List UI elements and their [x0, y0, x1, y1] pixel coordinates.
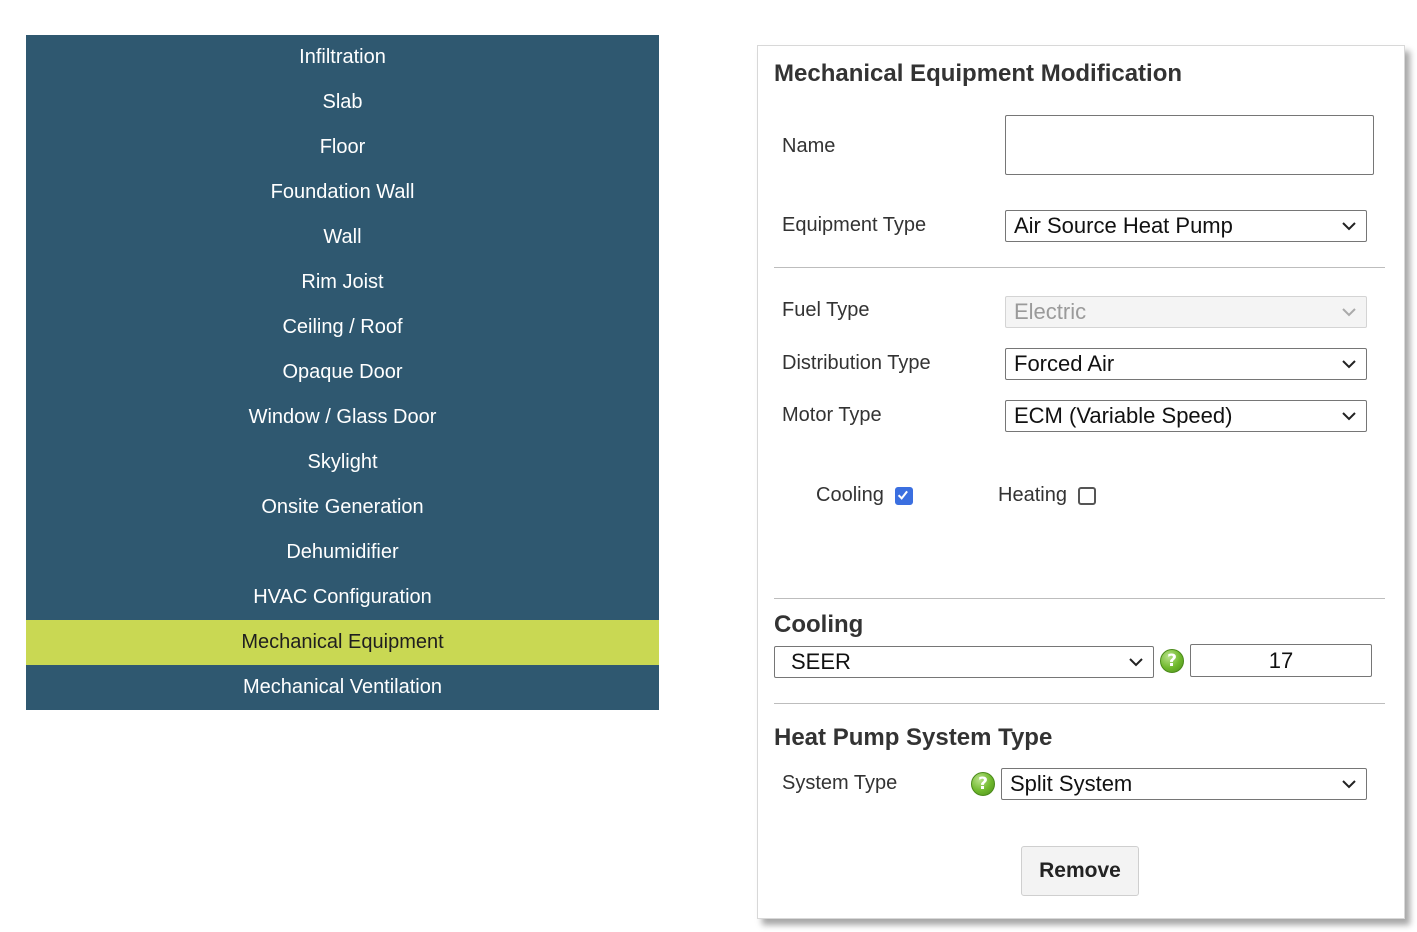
equipment-type-label: Equipment Type [782, 214, 927, 236]
sidebar-item-mechanical-ventilation[interactable]: Mechanical Ventilation [26, 665, 659, 710]
cooling-checkbox-label: Cooling [816, 484, 884, 506]
efficiency-metric-select[interactable]: SEER [774, 646, 1154, 678]
cooling-checkbox[interactable] [895, 487, 913, 505]
help-icon[interactable]: ? [1160, 649, 1184, 673]
efficiency-metric-value: SEER [791, 649, 851, 674]
sidebar-item-infiltration[interactable]: Infiltration [26, 35, 659, 80]
fuel-type-select: Electric [1005, 296, 1367, 328]
fuel-type-label: Fuel Type [782, 299, 870, 321]
efficiency-value-input[interactable]: 17 [1190, 644, 1372, 677]
name-label: Name [782, 135, 836, 157]
sidebar-item-ceiling-roof[interactable]: Ceiling / Roof [26, 305, 659, 350]
sidebar-item-wall[interactable]: Wall [26, 215, 659, 260]
distribution-type-value: Forced Air [1014, 351, 1115, 376]
sidebar-item-foundation-wall[interactable]: Foundation Wall [26, 170, 659, 215]
checkmark-icon [897, 490, 908, 500]
divider [774, 598, 1385, 599]
chevron-down-icon [1129, 658, 1143, 667]
heating-checkbox[interactable] [1078, 487, 1096, 505]
system-type-label: System Type [782, 772, 898, 794]
remove-button[interactable]: Remove [1021, 846, 1139, 896]
motor-type-label: Motor Type [782, 404, 882, 426]
distribution-type-label: Distribution Type [782, 352, 931, 374]
sidebar-item-window-glass-door[interactable]: Window / Glass Door [26, 395, 659, 440]
sidebar-item-opaque-door[interactable]: Opaque Door [26, 350, 659, 395]
sidebar-item-onsite-generation[interactable]: Onsite Generation [26, 485, 659, 530]
fuel-type-value: Electric [1014, 299, 1087, 324]
heat-pump-section-title: Heat Pump System Type [774, 724, 1053, 751]
sidebar-item-hvac-configuration[interactable]: HVAC Configuration [26, 575, 659, 620]
sidebar-item-rim-joist[interactable]: Rim Joist [26, 260, 659, 305]
sidebar-item-floor[interactable]: Floor [26, 125, 659, 170]
motor-type-select[interactable]: ECM (Variable Speed) [1005, 400, 1367, 432]
chevron-down-icon [1342, 780, 1356, 789]
sidebar-item-skylight[interactable]: Skylight [26, 440, 659, 485]
mechanical-equipment-panel: Mechanical Equipment Modification Name E… [757, 45, 1405, 919]
help-icon[interactable]: ? [971, 772, 995, 796]
chevron-down-icon [1342, 412, 1356, 421]
motor-type-value: ECM (Variable Speed) [1014, 403, 1233, 428]
sidebar-item-slab[interactable]: Slab [26, 80, 659, 125]
panel-title: Mechanical Equipment Modification [774, 60, 1183, 87]
divider [774, 703, 1385, 704]
sidebar-nav: Infiltration Slab Floor Foundation Wall … [26, 35, 659, 710]
divider [774, 267, 1385, 268]
system-type-select[interactable]: Split System [1001, 768, 1367, 800]
equipment-type-value: Air Source Heat Pump [1014, 213, 1233, 238]
chevron-down-icon [1342, 308, 1356, 317]
chevron-down-icon [1342, 222, 1356, 231]
sidebar-item-dehumidifier[interactable]: Dehumidifier [26, 530, 659, 575]
chevron-down-icon [1342, 360, 1356, 369]
sidebar-item-mechanical-equipment[interactable]: Mechanical Equipment [26, 620, 659, 665]
heating-checkbox-label: Heating [998, 484, 1067, 506]
distribution-type-select[interactable]: Forced Air [1005, 348, 1367, 380]
system-type-value: Split System [1010, 771, 1133, 796]
cooling-section-title: Cooling [774, 611, 864, 638]
name-input[interactable] [1005, 115, 1374, 175]
equipment-type-select[interactable]: Air Source Heat Pump [1005, 210, 1367, 242]
